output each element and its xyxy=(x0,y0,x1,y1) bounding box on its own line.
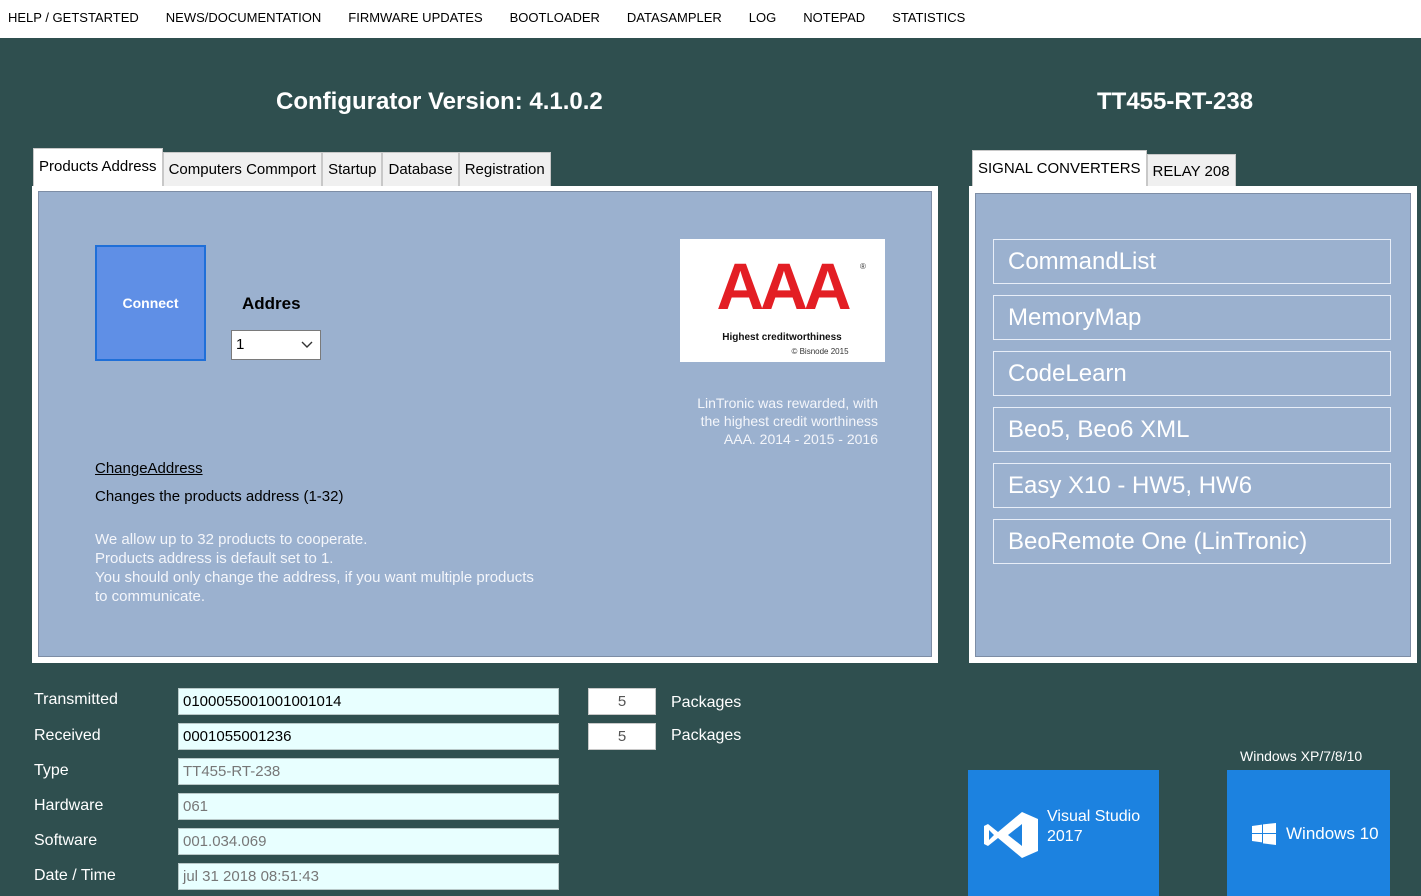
menu-help[interactable]: HELP / GETSTARTED xyxy=(8,0,139,25)
tab-computers-commport[interactable]: Computers Commport xyxy=(162,152,323,186)
menu-notepad[interactable]: NOTEPAD xyxy=(803,0,865,25)
address-select[interactable]: 1 xyxy=(231,330,321,360)
change-address-description: Changes the products address (1-32) xyxy=(95,488,344,505)
vs-tile-line2: 2017 xyxy=(1047,828,1083,845)
aaa-copyright: © Bisnode 2015 xyxy=(791,347,849,356)
tab-signal-converters[interactable]: SIGNAL CONVERTERS xyxy=(972,150,1147,188)
right-tab-strip: SIGNAL CONVERTERS RELAY 208 xyxy=(972,148,1236,188)
address-label: Addres xyxy=(242,294,301,313)
hardware-field[interactable]: 061 xyxy=(178,793,559,820)
menu-statistics[interactable]: STATISTICS xyxy=(892,0,965,25)
memorymap-button[interactable]: MemoryMap xyxy=(993,295,1391,340)
beoremote-one-button[interactable]: BeoRemote One (LinTronic) xyxy=(993,519,1391,564)
chevron-down-icon xyxy=(301,331,313,369)
aaa-logo-icon: AAA ® Highest creditworthiness © Bisnode… xyxy=(717,249,867,356)
menu-bar: HELP / GETSTARTED NEWS/DOCUMENTATION FIR… xyxy=(0,0,1421,38)
address-info-text: We allow up to 32 products to cooperate.… xyxy=(95,531,534,605)
connect-button[interactable]: Connect xyxy=(95,245,206,361)
windows-tile: Windows 10 xyxy=(1227,770,1390,896)
visual-studio-icon xyxy=(984,812,1038,858)
received-packages-field[interactable]: 5 xyxy=(588,723,656,750)
received-packages-label: Packages xyxy=(671,727,742,744)
datetime-field[interactable]: jul 31 2018 08:51:43 xyxy=(178,863,559,890)
menu-news[interactable]: NEWS/DOCUMENTATION xyxy=(166,0,322,25)
svg-text:®: ® xyxy=(860,262,866,271)
codelearn-button[interactable]: CodeLearn xyxy=(993,351,1391,396)
transmitted-label: Transmitted xyxy=(34,691,118,708)
address-select-value: 1 xyxy=(236,336,245,353)
windows-caption: Windows XP/7/8/10 xyxy=(1240,748,1363,764)
transmitted-packages-label: Packages xyxy=(671,694,742,711)
svg-text:AAA: AAA xyxy=(717,249,850,323)
tab-relay-208[interactable]: RELAY 208 xyxy=(1146,154,1236,188)
transmitted-field[interactable]: 0100055001001001014 xyxy=(178,688,559,715)
left-tab-strip: Products Address Computers Commport Star… xyxy=(33,148,551,186)
tab-registration[interactable]: Registration xyxy=(458,152,551,186)
software-label: Software xyxy=(34,832,98,849)
software-field[interactable]: 001.034.069 xyxy=(178,828,559,855)
windows-tile-label: Windows 10 xyxy=(1286,824,1379,843)
commandlist-button[interactable]: CommandList xyxy=(993,239,1391,284)
beo-xml-button[interactable]: Beo5, Beo6 XML xyxy=(993,407,1391,452)
tab-startup[interactable]: Startup xyxy=(322,152,383,186)
change-address-link[interactable]: ChangeAddress xyxy=(95,460,203,477)
aaa-caption: Highest creditworthiness xyxy=(722,332,842,343)
menu-datasampler[interactable]: DATASAMPLER xyxy=(627,0,722,25)
visual-studio-tile: Visual Studio 2017 xyxy=(968,770,1159,896)
vs-tile-line1: Visual Studio xyxy=(1047,808,1141,825)
type-label: Type xyxy=(34,762,69,779)
device-title: TT455-RT-238 xyxy=(1097,88,1254,115)
menu-firmware[interactable]: FIRMWARE UPDATES xyxy=(348,0,482,25)
aaa-reward-text: LinTronic was rewarded, with the highest… xyxy=(697,395,878,447)
tab-database[interactable]: Database xyxy=(382,152,459,186)
hardware-label: Hardware xyxy=(34,797,104,814)
type-field[interactable]: TT455-RT-238 xyxy=(178,758,559,785)
configurator-title: Configurator Version: 4.1.0.2 xyxy=(276,88,603,115)
aaa-badge: AAA ® Highest creditworthiness © Bisnode… xyxy=(680,239,885,362)
received-field[interactable]: 0001055001236 xyxy=(178,723,559,750)
received-label: Received xyxy=(34,727,101,744)
windows-logo-icon xyxy=(1252,823,1276,845)
transmitted-packages-field[interactable]: 5 xyxy=(588,688,656,715)
easy-x10-button[interactable]: Easy X10 - HW5, HW6 xyxy=(993,463,1391,508)
menu-log[interactable]: LOG xyxy=(749,0,776,25)
menu-bootloader[interactable]: BOOTLOADER xyxy=(510,0,600,25)
datetime-label: Date / Time xyxy=(34,867,116,884)
tab-products-address[interactable]: Products Address xyxy=(33,148,163,186)
